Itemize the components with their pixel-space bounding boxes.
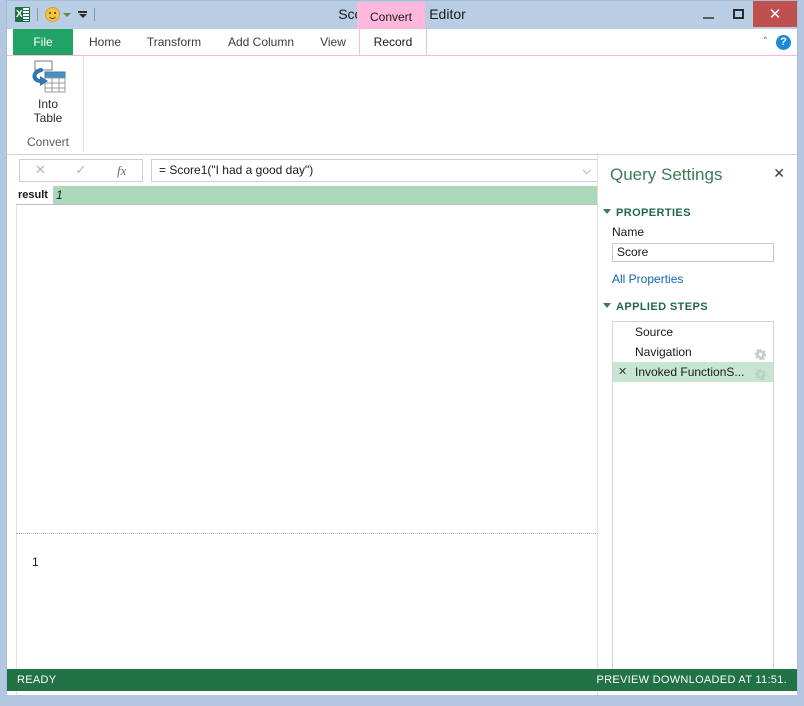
qat-divider-2: [94, 8, 95, 21]
tab-add-column[interactable]: Add Column: [215, 29, 307, 55]
all-properties-link[interactable]: All Properties: [612, 272, 683, 286]
applied-steps-section-label: APPLIED STEPS: [616, 301, 708, 313]
result-row[interactable]: result 1: [16, 186, 600, 205]
into-table-button[interactable]: Into Table: [13, 60, 83, 125]
applied-step-label: Source: [635, 325, 674, 339]
status-bar: READY PREVIEW DOWNLOADED AT 11:51.: [7, 669, 797, 691]
formula-bar-buttons: ✕ ✓ fx: [19, 159, 143, 182]
query-settings-pane: Query Settings ✕ PROPERTIES Name Score A…: [597, 155, 797, 695]
ribbon-group-convert: Into Table Convert: [13, 56, 84, 152]
applied-steps-list: Source Navigation ✕ Invoked FunctionS...: [612, 321, 774, 681]
help-icon[interactable]: ?: [776, 34, 791, 50]
ribbon-tab-strip: File Home Transform Add Column View Reco…: [7, 29, 797, 56]
excel-icon[interactable]: X: [15, 7, 30, 22]
gear-icon[interactable]: [755, 346, 766, 361]
ribbon-group-label-convert: Convert: [26, 135, 70, 149]
ribbon-controls: ˄ ?: [763, 29, 791, 55]
minimize-button[interactable]: [693, 1, 723, 27]
applied-step-navigation[interactable]: Navigation: [613, 342, 773, 362]
preview-value: 1: [32, 555, 39, 569]
status-right: PREVIEW DOWNLOADED AT 11:51.: [596, 674, 787, 686]
customize-quick-access-icon[interactable]: [78, 11, 87, 18]
applied-step-invoked-function[interactable]: ✕ Invoked FunctionS...: [613, 362, 773, 382]
result-value: 1: [56, 188, 63, 202]
collapse-ribbon-icon[interactable]: ˄: [763, 29, 769, 55]
tab-file[interactable]: File: [13, 29, 73, 55]
name-label: Name: [612, 225, 645, 239]
close-icon: ✕: [768, 4, 782, 23]
into-table-label: Into Table: [34, 97, 63, 125]
qat-divider-1: [37, 8, 38, 21]
tab-transform[interactable]: Transform: [135, 29, 213, 55]
formula-input[interactable]: = Score1("I had a good day") ⌵: [151, 159, 599, 182]
formula-expand-icon[interactable]: ⌵: [583, 160, 591, 181]
window-controls: ✕: [693, 1, 797, 27]
data-preview-canvas[interactable]: 1: [16, 205, 600, 695]
gear-icon-2[interactable]: [755, 366, 766, 381]
smiley-dropdown-icon[interactable]: [63, 12, 71, 17]
query-name-input[interactable]: Score: [612, 243, 774, 262]
main-area: ✕ ✓ fx = Score1("I had a good day") ⌵ re…: [7, 155, 797, 695]
accept-formula-icon[interactable]: ✓: [61, 160, 102, 181]
query-editor-window: X Score - Query Editor ✕ Convert File: [6, 0, 798, 695]
contextual-tab-convert[interactable]: Convert: [357, 2, 425, 31]
tab-home[interactable]: Home: [77, 29, 133, 55]
smiley-icon[interactable]: [45, 7, 60, 22]
properties-section-label: PROPERTIES: [616, 207, 691, 219]
properties-section-header[interactable]: PROPERTIES: [603, 207, 691, 219]
status-left: READY: [17, 674, 57, 686]
applied-steps-section-header[interactable]: APPLIED STEPS: [603, 301, 708, 313]
query-settings-close-icon[interactable]: ✕: [773, 167, 785, 181]
query-settings-title: Query Settings: [610, 165, 723, 184]
cancel-formula-icon[interactable]: ✕: [20, 160, 61, 181]
preview-divider: [16, 533, 600, 534]
applied-step-source[interactable]: Source: [613, 322, 773, 342]
title-bar: X Score - Query Editor ✕ Convert: [7, 1, 797, 31]
delete-step-icon[interactable]: ✕: [618, 362, 627, 382]
tab-record[interactable]: Record: [359, 29, 427, 55]
maximize-button[interactable]: [723, 1, 753, 27]
applied-step-label: Invoked FunctionS...: [635, 365, 745, 379]
into-table-label-line1: Into: [37, 97, 58, 111]
chevron-down-icon-2: [603, 303, 611, 308]
close-button[interactable]: ✕: [753, 1, 797, 27]
into-table-icon: [29, 60, 67, 94]
chevron-down-icon: [603, 209, 611, 214]
ribbon-body: Into Table Convert: [7, 56, 797, 155]
canvas-left-rule: [16, 205, 17, 695]
quick-access-toolbar: X: [15, 1, 102, 28]
result-label: result: [16, 186, 54, 204]
into-table-label-line2: Table: [33, 111, 63, 125]
applied-step-label: Navigation: [635, 345, 692, 359]
insert-function-icon[interactable]: fx: [101, 160, 142, 181]
formula-text: = Score1("I had a good day"): [159, 163, 314, 177]
tab-view[interactable]: View: [309, 29, 357, 55]
